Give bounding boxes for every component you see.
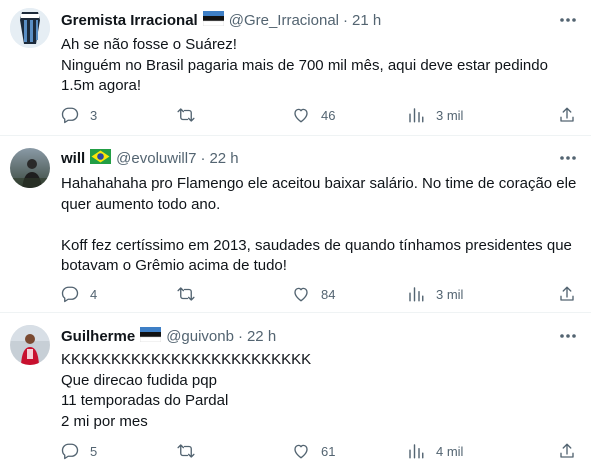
text-line: botavam o Grêmio acima de tudo! (61, 257, 287, 274)
like-button[interactable]: 84 (292, 284, 335, 304)
reply-icon (61, 107, 79, 124)
reply-count: 5 (90, 443, 98, 459)
like-count: 46 (321, 107, 336, 123)
display-name[interactable]: Gremista Irracional (61, 12, 198, 29)
like-icon (294, 287, 308, 302)
separator-dot: · (200, 149, 206, 167)
share-icon (560, 107, 574, 122)
text-line: KKKKKKKKKKKKKKKKKKKKKKKKK (61, 351, 312, 368)
share-button[interactable] (558, 105, 576, 125)
share-button[interactable] (558, 441, 576, 461)
more-icon[interactable] (559, 333, 577, 339)
text-line: 2 mi por mes (61, 412, 148, 430)
retweet-button[interactable] (177, 441, 206, 461)
user-handle[interactable]: @evoluwill7 (116, 150, 196, 167)
tweet-text: Hahahahaha pro Flamengo ele aceitou baix… (61, 174, 577, 277)
reply-button[interactable]: 4 (61, 284, 97, 304)
user-handle[interactable]: @guivonb (166, 328, 234, 345)
views-icon (409, 444, 424, 459)
display-name[interactable]: Guilherme (61, 328, 135, 345)
more-icon[interactable] (559, 155, 577, 161)
views-button[interactable]: 3 mil (407, 284, 463, 304)
reply-icon (61, 286, 79, 303)
retweet-icon (177, 108, 195, 122)
more-icon[interactable] (559, 17, 577, 23)
avatar[interactable] (10, 148, 50, 188)
text-line: Koff fez certíssimo em 2013, saudades de… (61, 236, 572, 254)
text-line: Ninguém no Brasil pagaria mais de 700 mi… (61, 56, 548, 74)
retweet-button[interactable] (177, 284, 206, 304)
share-icon (560, 286, 574, 301)
like-icon (294, 444, 308, 459)
estonia-flag-icon (139, 326, 162, 346)
brazil-flag-icon (90, 148, 112, 168)
avatar[interactable] (10, 8, 50, 48)
reply-button[interactable]: 5 (61, 441, 97, 461)
user-handle[interactable]: @Gre_Irracional (229, 12, 339, 29)
avatar[interactable] (10, 325, 50, 365)
like-count: 61 (321, 443, 336, 459)
retweet-button[interactable] (177, 105, 206, 125)
text-line: quer aumento todo ano. (61, 195, 221, 213)
view-count: 4 mil (436, 443, 464, 459)
like-icon (294, 108, 308, 123)
share-icon (560, 443, 574, 458)
timestamp[interactable]: 22 h (247, 328, 276, 345)
view-count: 3 mil (436, 107, 464, 123)
separator-dot: · (237, 327, 243, 345)
timestamp[interactable]: 22 h (209, 150, 238, 167)
views-button[interactable]: 3 mil (407, 105, 463, 125)
like-count: 84 (321, 286, 336, 302)
text-line: Ah se não fosse o Suárez! (61, 36, 237, 53)
text-line: 11 temporadas do Pardal (61, 392, 229, 409)
separator-dot: · (343, 11, 349, 29)
tweet-text: KKKKKKKKKKKKKKKKKKKKKKKKK Que direcao fu… (61, 350, 577, 432)
timestamp[interactable]: 21 h (352, 12, 381, 29)
text-line: 1.5m agora! (61, 77, 142, 94)
tweet[interactable]: Guilherme @guivonb · 22 h KKKKKKKKKKKKKK… (0, 313, 591, 475)
tweet[interactable]: will @evoluwill7 · 22 h Hahahahaha pro F… (0, 136, 591, 313)
reply-count: 4 (90, 286, 98, 302)
text-line: Que direcao fudida pqp (61, 371, 217, 389)
text-line (61, 215, 577, 236)
views-icon (409, 108, 424, 123)
retweet-icon (177, 444, 195, 458)
like-button[interactable]: 46 (292, 105, 335, 125)
views-button[interactable]: 4 mil (407, 441, 463, 461)
text-line: Hahahahaha pro Flamengo ele aceitou baix… (61, 175, 577, 192)
views-icon (409, 287, 424, 302)
estonia-flag-icon (202, 10, 224, 30)
reply-count: 3 (90, 107, 98, 123)
share-button[interactable] (558, 284, 576, 304)
tweet-text: Ah se não fosse o Suárez! Ninguém no Bra… (61, 35, 577, 97)
action-bar: 4 84 3 mil (61, 284, 579, 304)
display-name[interactable]: will (61, 150, 85, 167)
tweet[interactable]: Gremista Irracional @Gre_Irracional · 21… (0, 0, 591, 136)
view-count: 3 mil (436, 286, 464, 302)
action-bar: 3 46 3 mil (61, 105, 579, 125)
action-bar: 5 61 4 mil (61, 441, 579, 461)
retweet-icon (177, 287, 195, 301)
like-button[interactable]: 61 (292, 441, 335, 461)
reply-button[interactable]: 3 (61, 105, 97, 125)
reply-icon (61, 443, 79, 460)
